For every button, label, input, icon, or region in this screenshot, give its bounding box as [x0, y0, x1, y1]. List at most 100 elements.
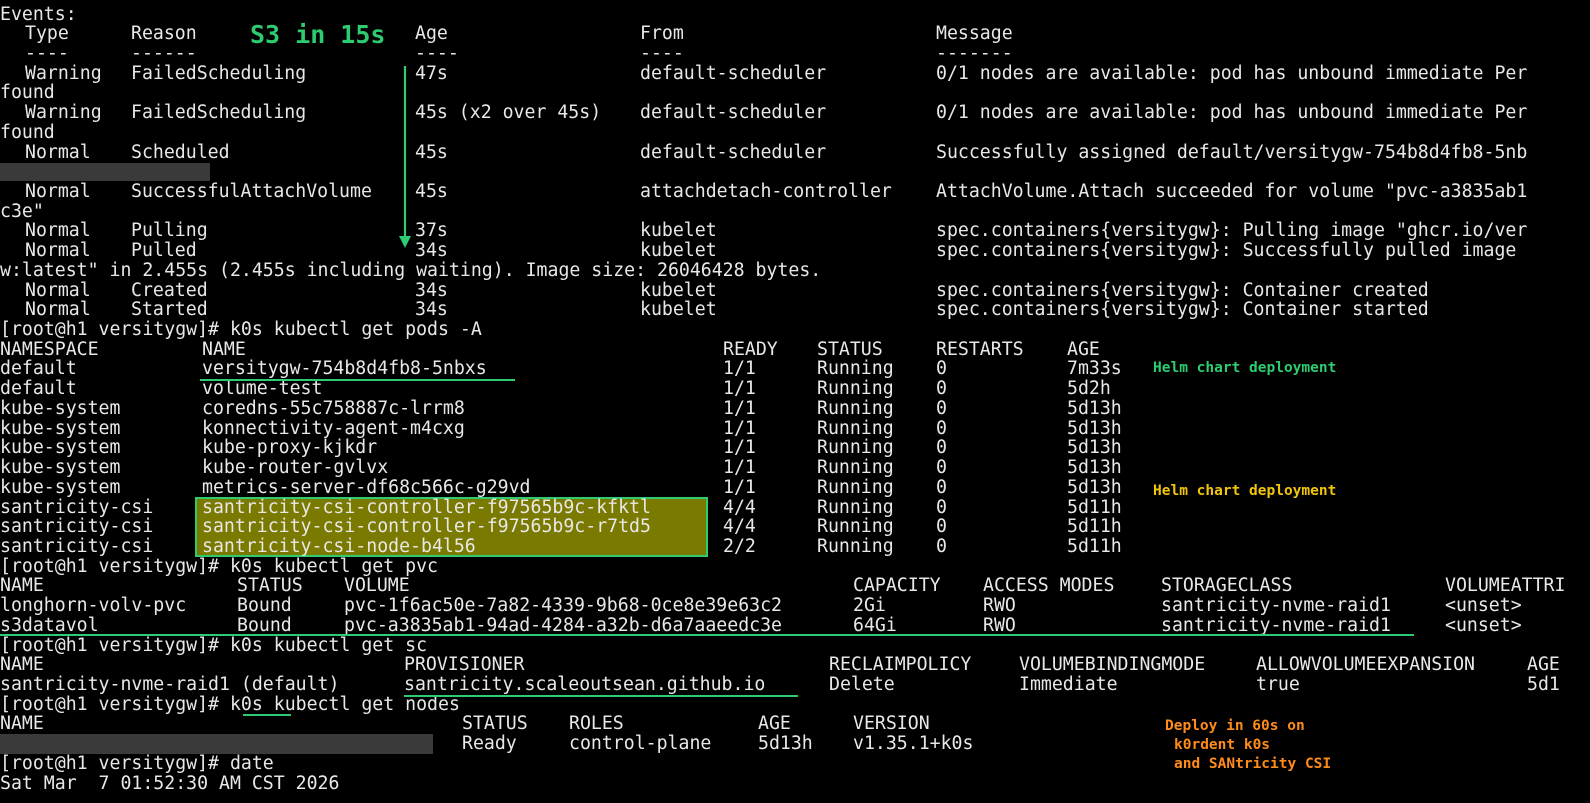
terminal-text: 5d11h [1067, 516, 1122, 538]
terminal-line: ---- ------ ---- ---- ------- [0, 44, 1590, 64]
terminal-text: RESTARTS [936, 338, 1024, 360]
terminal-text: 5d2h [1067, 378, 1111, 400]
terminal-line: default versitygw-754b8d4fb8-5nbxs 1/1 Runn… [0, 359, 1590, 379]
terminal-line: Normal Pulled 34s kubelet spec.containers{ve… [0, 241, 1590, 261]
terminal-line: NAMESPACE NAME READY STATUS RESTARTS AGE [0, 340, 1590, 360]
deploy-annotation-line-2: k0rdent k0s [1174, 737, 1271, 753]
terminal-text: Running [817, 496, 894, 518]
terminal-text: default-scheduler [640, 62, 827, 84]
terminal-line: [root@h1 versitygw]# k0s kubectl get pvc [0, 555, 1590, 577]
terminal-text: STATUS [237, 575, 303, 597]
terminal-text: spec.containers{versitygw}: Pulling imag… [936, 220, 1528, 242]
terminal-text: kubelet [640, 240, 717, 262]
terminal-text: v1.35.1+k0s [853, 733, 974, 755]
terminal-text: Pulled [131, 240, 197, 262]
terminal-text: c3e" [0, 200, 44, 222]
terminal-line: Normal SuccessfulAttachVolume 45s attachdet… [0, 182, 1590, 202]
terminal-text: Bound [237, 595, 292, 617]
terminal-text: santricity-csi-controller-f97565b9c-r7td… [202, 516, 651, 538]
terminal-text: santricity-nvme-raid1 [1161, 595, 1391, 617]
terminal-text: 64Gi [853, 614, 897, 636]
terminal-text: AGE [1067, 338, 1100, 360]
terminal-text: 4/4 [723, 496, 756, 518]
terminal-text: santricity.scaleoutsean.github.io [404, 673, 766, 695]
underline-versitygw-pod [200, 379, 515, 381]
terminal-text: Running [817, 397, 894, 419]
terminal-text: 0 [936, 378, 947, 400]
terminal-text: Warning [25, 62, 102, 84]
terminal-text: control-plane [569, 733, 712, 755]
terminal-text: Events: [0, 3, 77, 25]
terminal-text: kubelet [640, 220, 717, 242]
terminal-text: true [1256, 673, 1300, 695]
terminal-text: READY [723, 338, 778, 360]
terminal-line: Type Reason Age From Message [0, 24, 1590, 44]
terminal-line: santricity-csi santricity-csi-controller-… [0, 496, 1590, 518]
terminal-text: NAME [0, 575, 44, 597]
terminal-text: Running [817, 476, 894, 498]
terminal-text: Running [817, 358, 894, 380]
terminal-text: <unset> [1445, 614, 1522, 636]
terminal-line: Normal Pulling 37s kubelet spec.containers{v… [0, 221, 1590, 241]
terminal-text: <unset> [1445, 595, 1522, 617]
terminal-text: VOLUMEBINDINGMODE [1019, 654, 1206, 676]
terminal-text: kube-system [0, 457, 121, 479]
underline-k0s [243, 714, 291, 716]
terminal-text: NAME [0, 654, 44, 676]
terminal-text: CAPACITY [853, 575, 941, 597]
terminal-text: 34s [415, 279, 448, 301]
terminal-line: [root@h1 versitygw]# k0s kubectl get pod… [0, 320, 1590, 340]
s3-in-15s-annotation: S3 in 15s [250, 20, 386, 49]
terminal-text: konnectivity-agent-m4cxg [202, 417, 465, 439]
terminal-text: coredns-55c758887c-lrrm8 [202, 397, 465, 419]
terminal-text: default [0, 378, 77, 400]
terminal-text: 1/1 [723, 397, 756, 419]
terminal-text: santricity-nvme-raid1 [1161, 614, 1391, 636]
terminal-text: FailedScheduling [131, 62, 307, 84]
terminal-text: 1/1 [723, 378, 756, 400]
terminal-text: 1/1 [723, 417, 756, 439]
terminal-line: kube-system konnectivity-agent-m4cxg 1/1 Ru… [0, 417, 1590, 439]
terminal-text: NAMESPACE [0, 338, 99, 360]
terminal-text: Running [817, 457, 894, 479]
terminal-text: default-scheduler [640, 102, 827, 124]
terminal-text: FailedScheduling [131, 102, 307, 124]
terminal-line: santricity-nvme-raid1 (default) santricit… [0, 675, 1590, 695]
terminal-text: Normal [25, 299, 91, 321]
terminal-text: 5d11h [1067, 535, 1122, 557]
terminal-text: kube-system [0, 476, 121, 498]
terminal-text: Delete [829, 673, 895, 695]
terminal-text: 0 [936, 437, 947, 459]
terminal-text: ROLES [569, 713, 624, 735]
terminal-line: found [0, 123, 1590, 143]
terminal-text: Normal [25, 180, 91, 202]
terminal-text: [root@h1 versitygw]# k0s kubectl get pvc [0, 555, 438, 577]
terminal-line: kube-system metrics-server-df68c566c-g29v… [0, 478, 1590, 498]
terminal-text: Running [817, 535, 894, 557]
terminal-text: Age [415, 23, 448, 45]
terminal-text: 5d13h [758, 733, 813, 755]
terminal-text: SuccessfulAttachVolume [131, 180, 372, 202]
terminal-text: [root@h1 versitygw]# date [0, 752, 274, 774]
terminal-text: VOLUME [344, 575, 410, 597]
terminal-text: Normal [25, 220, 91, 242]
terminal-text: 7m33s [1067, 358, 1122, 380]
underline-s3datavol-pvc [0, 634, 1414, 636]
terminal-text: 1/1 [723, 437, 756, 459]
deploy-annotation-line-1: Deploy in 60s on [1165, 718, 1305, 734]
terminal-text: Warning [25, 102, 102, 124]
terminal-output[interactable]: Events: Type Reason Age From Message ---- -----… [0, 0, 1590, 803]
terminal-text: santricity-csi [0, 496, 154, 518]
terminal-text: 0 [936, 358, 947, 380]
terminal-text: Pulling [131, 220, 208, 242]
terminal-text: s3datavol [0, 614, 99, 636]
terminal-text: [root@h1 versitygw]# k0s kubectl get sc [0, 634, 428, 656]
terminal-text: PROVISIONER [404, 654, 525, 676]
terminal-text: found [0, 121, 55, 143]
terminal-text: santricity-csi-node-b4l56 [202, 535, 476, 557]
terminal-text: STATUS [817, 338, 883, 360]
terminal-text: NAME [202, 338, 246, 360]
terminal-text: 0 [936, 476, 947, 498]
terminal-text: w:latest" in 2.455s (2.455s including wa… [0, 259, 822, 281]
terminal-text: ---- [25, 42, 69, 64]
